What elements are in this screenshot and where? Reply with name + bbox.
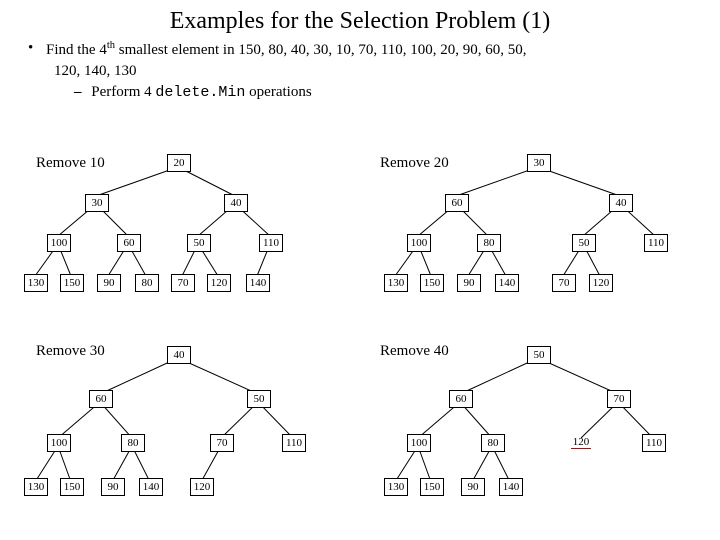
tree-node: 20 (167, 154, 191, 172)
tree-node: 40 (224, 194, 248, 212)
code-text: delete.Min (155, 84, 245, 101)
tree-node: 60 (449, 390, 473, 408)
bullet-text: Find the 4th smallest element in 150, 80… (46, 39, 527, 61)
sub-bullet: – Perform 4 delete.Min operations (0, 80, 720, 101)
tree-node: 60 (445, 194, 469, 212)
tree2: 30 60 40 100 80 50 110 130 150 90 140 70… (380, 150, 720, 310)
tree-node: 150 (420, 478, 444, 496)
tree-node-highlighted: 120 (570, 434, 592, 450)
tree-node: 90 (461, 478, 485, 496)
tree-node: 70 (171, 274, 195, 292)
tree-node: 130 (384, 274, 408, 292)
tree-node: 150 (60, 478, 84, 496)
tree-node: 130 (24, 274, 48, 292)
tree-node: 90 (101, 478, 125, 496)
text: Perform 4 (91, 84, 155, 100)
tree-node: 30 (85, 194, 109, 212)
tree-node: 50 (187, 234, 211, 252)
tree-node: 70 (552, 274, 576, 292)
tree-node: 120 (207, 274, 231, 292)
superscript: th (107, 40, 115, 51)
tree-node: 150 (420, 274, 444, 292)
tree4: 50 60 70 100 80 120 110 130 150 90 140 (380, 338, 720, 508)
tree1: 20 30 40 100 60 50 110 130 150 90 80 70 … (20, 150, 360, 310)
tree-node: 60 (89, 390, 113, 408)
text: Find the 4 (46, 42, 107, 58)
tree-node: 90 (457, 274, 481, 292)
tree-node: 30 (527, 154, 551, 172)
tree-node: 70 (210, 434, 234, 452)
tree-node: 70 (607, 390, 631, 408)
tree-node: 100 (47, 434, 71, 452)
tree-node: 140 (139, 478, 163, 496)
tree-node: 40 (167, 346, 191, 364)
tree-node: 130 (24, 478, 48, 496)
tree-node: 110 (259, 234, 283, 252)
tree-node: 110 (644, 234, 668, 252)
tree-node: 60 (117, 234, 141, 252)
tree-node: 80 (135, 274, 159, 292)
tree-node: 90 (97, 274, 121, 292)
bullet-line: • Find the 4th smallest element in 150, … (0, 35, 720, 61)
tree-node: 50 (572, 234, 596, 252)
tree-node: 100 (407, 234, 431, 252)
tree-node: 80 (121, 434, 145, 452)
tree-node: 140 (246, 274, 270, 292)
page-title: Examples for the Selection Problem (1) (0, 0, 720, 35)
tree-node: 130 (384, 478, 408, 496)
tree-node: 140 (499, 478, 523, 496)
tree-node: 140 (495, 274, 519, 292)
bullet-line2: 120, 140, 130 (0, 61, 720, 80)
tree-node: 110 (642, 434, 666, 452)
bullet-marker: • (28, 39, 46, 61)
tree-node: 110 (282, 434, 306, 452)
tree-node: 80 (481, 434, 505, 452)
tree-node: 100 (407, 434, 431, 452)
dash-marker: – (74, 84, 82, 100)
tree3: 40 60 50 100 80 70 110 130 150 90 140 12… (20, 338, 360, 508)
tree-node: 120 (589, 274, 613, 292)
tree-node: 120 (190, 478, 214, 496)
tree-node: 80 (477, 234, 501, 252)
tree-node: 50 (527, 346, 551, 364)
tree-node: 50 (247, 390, 271, 408)
tree-node: 100 (47, 234, 71, 252)
text: smallest element in 150, 80, 40, 30, 10,… (115, 42, 527, 58)
text: operations (245, 84, 311, 100)
tree-node: 40 (609, 194, 633, 212)
tree-node: 150 (60, 274, 84, 292)
